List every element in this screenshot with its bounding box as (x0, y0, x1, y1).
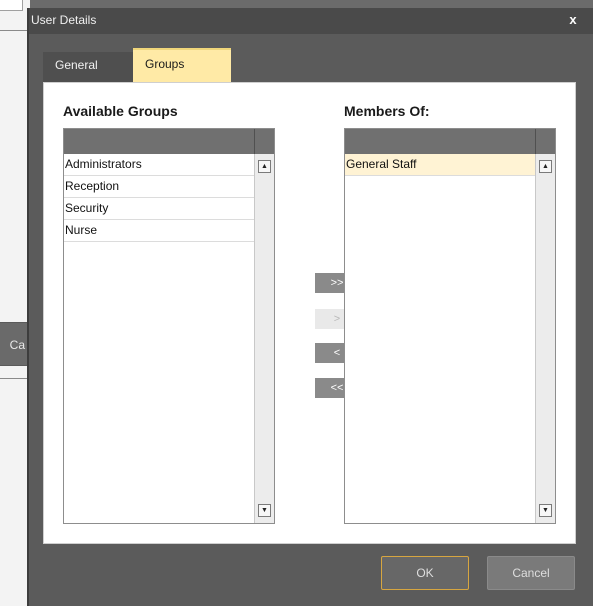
list-item[interactable]: Security (64, 198, 254, 220)
close-icon: x (569, 12, 577, 27)
members-of-list[interactable]: General Staff ▲ ▼ (344, 128, 556, 524)
available-groups-label: Available Groups (63, 103, 178, 119)
background-window: Ca (0, 0, 30, 606)
available-groups-list[interactable]: Administrators Reception Security Nurse … (63, 128, 275, 524)
list-header (345, 129, 555, 154)
scroll-down-icon[interactable]: ▼ (539, 504, 552, 517)
ok-button[interactable]: OK (381, 556, 469, 590)
list-item[interactable]: General Staff (345, 154, 535, 176)
dialog-title: User Details (31, 13, 97, 27)
members-of-label: Members Of: (344, 103, 430, 119)
scrollbar[interactable]: ▲ ▼ (254, 154, 274, 523)
groups-panel: Available Groups Members Of: Administrat… (43, 82, 576, 544)
list-body: Administrators Reception Security Nurse (64, 154, 254, 523)
background-text-field (0, 0, 23, 11)
close-button[interactable]: x (565, 11, 581, 29)
scroll-down-icon[interactable]: ▼ (258, 504, 271, 517)
tab-groups[interactable]: Groups (133, 48, 231, 82)
user-details-dialog: User Details x General Groups Available … (27, 8, 593, 606)
header-divider (535, 129, 536, 154)
scroll-up-icon[interactable]: ▲ (539, 160, 552, 173)
list-header (64, 129, 274, 154)
list-item[interactable]: Administrators (64, 154, 254, 176)
title-bar: User Details x (29, 8, 593, 34)
background-divider (0, 30, 30, 31)
cancel-button[interactable]: Cancel (487, 556, 575, 590)
list-item[interactable]: Reception (64, 176, 254, 198)
list-item[interactable]: Nurse (64, 220, 254, 242)
scrollbar[interactable]: ▲ ▼ (535, 154, 555, 523)
tab-general[interactable]: General (43, 52, 133, 82)
list-body: General Staff (345, 154, 535, 523)
scroll-up-icon[interactable]: ▲ (258, 160, 271, 173)
background-divider (0, 378, 30, 379)
header-divider (254, 129, 255, 154)
background-cancel-button[interactable]: Ca (0, 322, 28, 366)
